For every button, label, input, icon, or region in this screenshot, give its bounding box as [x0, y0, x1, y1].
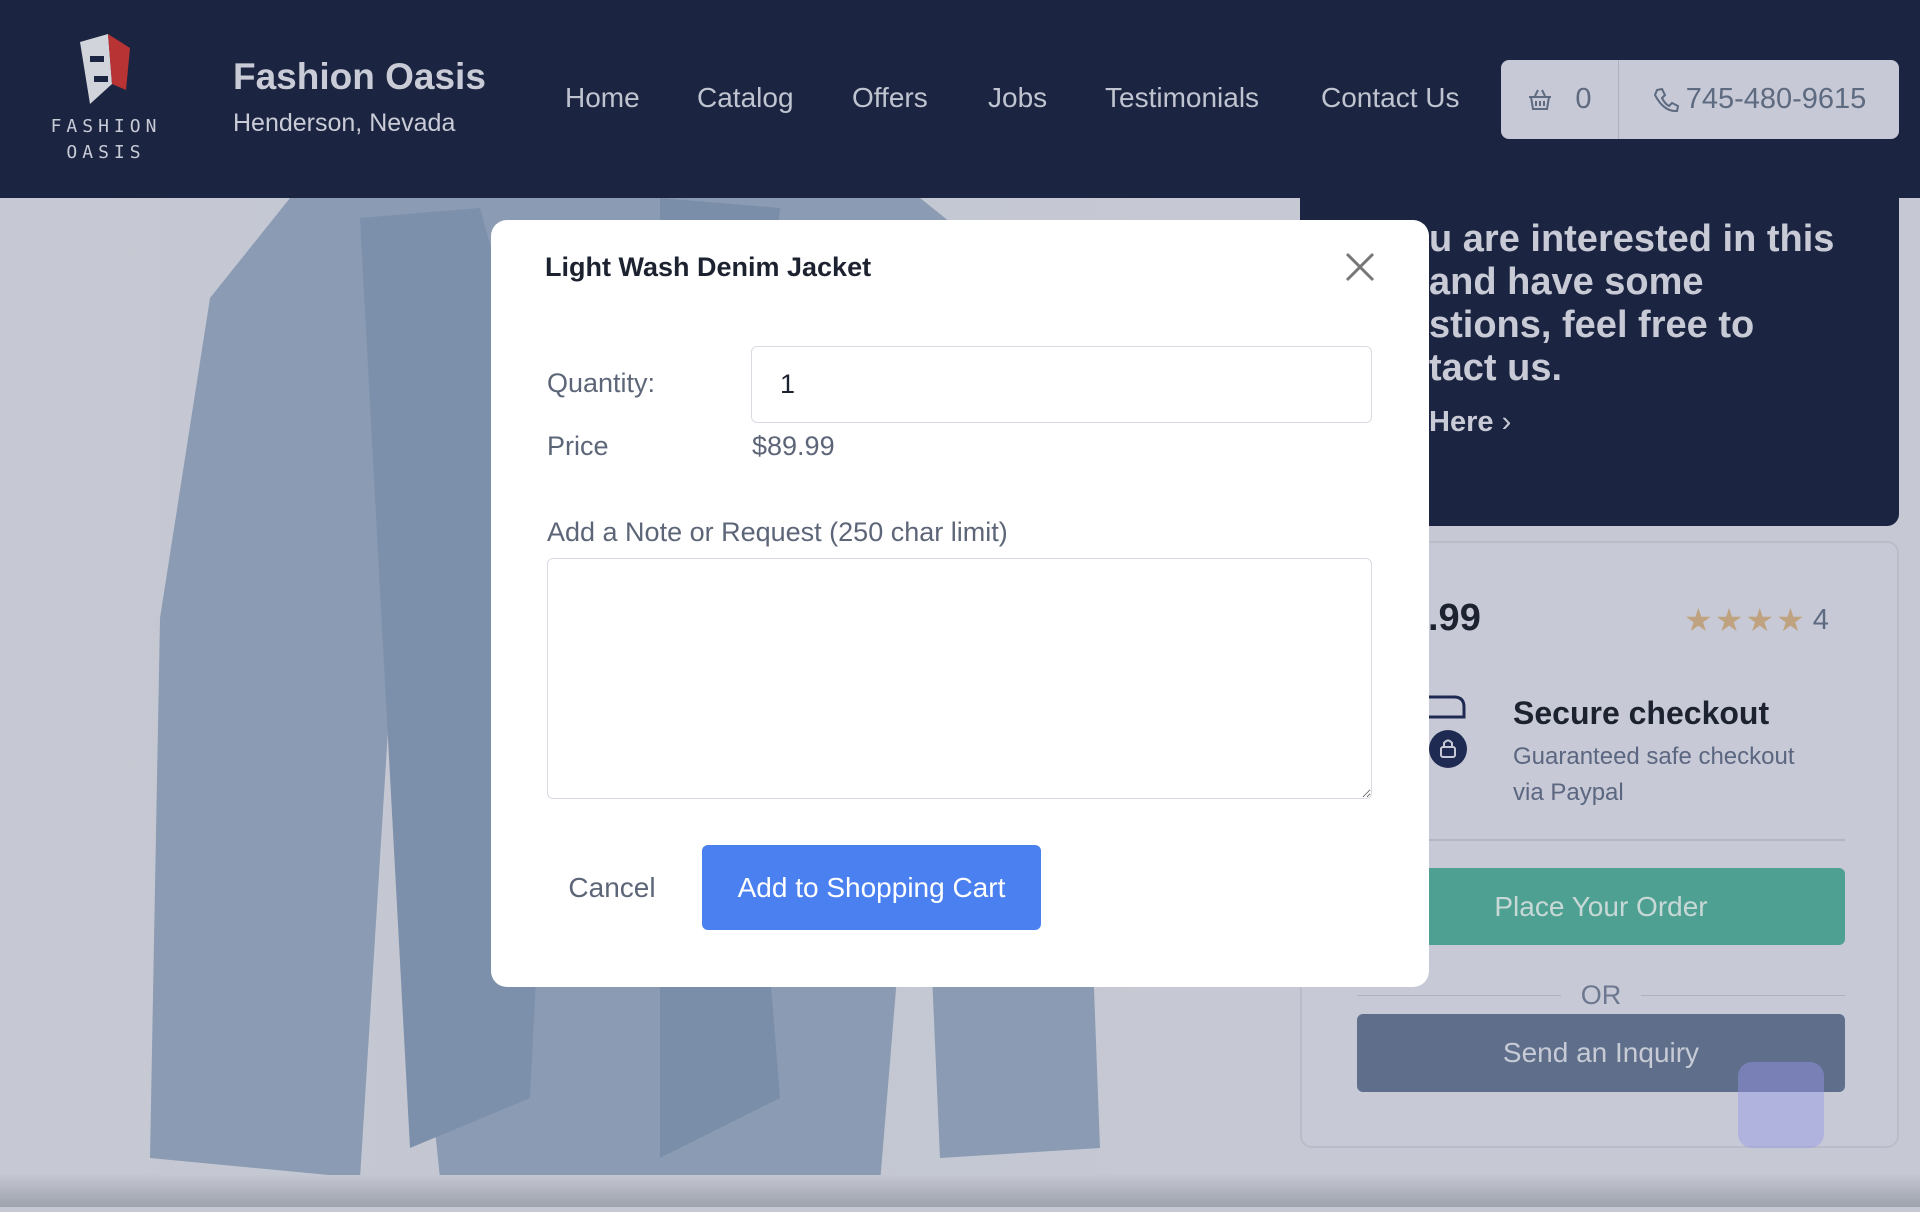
star-icon: ★	[1684, 602, 1715, 638]
or-separator: OR	[1357, 980, 1845, 1011]
cta-text-line: and have some	[1429, 261, 1704, 303]
brand-name[interactable]: Fashion Oasis	[233, 56, 486, 98]
price-value: $89.99	[752, 431, 835, 461]
note-label: Add a Note or Request (250 char limit)	[547, 517, 1008, 547]
phone-link[interactable]: 745-480-9615	[1619, 83, 1899, 116]
or-label: OR	[1580, 980, 1622, 1010]
secure-checkout-subtitle: Guaranteed safe checkout	[1513, 743, 1795, 770]
logo[interactable]: FASHION OASIS	[50, 34, 162, 164]
secure-lock-icon	[1428, 695, 1467, 768]
rating-value: 4	[1812, 603, 1829, 636]
nav-testimonials[interactable]: Testimonials	[1105, 82, 1259, 114]
cta-text-line: stions, feel free to	[1429, 304, 1755, 346]
place-order-button[interactable]: Place Your Order	[1357, 868, 1845, 945]
brand-location: Henderson, Nevada	[233, 109, 456, 137]
rating: ★★★★ 4	[1684, 601, 1829, 639]
contact-here-link[interactable]: Here ›	[1429, 406, 1511, 439]
link-label: Here	[1429, 406, 1494, 438]
nav-contact-us[interactable]: Contact Us	[1321, 82, 1460, 114]
star-icon: ★	[1776, 602, 1807, 638]
close-icon[interactable]	[1345, 252, 1375, 282]
page-bottom	[0, 1175, 1920, 1207]
logo-text: FASHION	[50, 116, 162, 137]
product-price: .99	[1428, 597, 1481, 639]
add-to-cart-button[interactable]: Add to Shopping Cart	[702, 845, 1041, 930]
nav-jobs[interactable]: Jobs	[988, 82, 1047, 114]
modal-title: Light Wash Denim Jacket	[545, 252, 872, 282]
note-textarea[interactable]	[547, 558, 1372, 799]
add-to-cart-modal: Light Wash Denim Jacket Quantity: Price …	[491, 220, 1429, 987]
rating-stars: ★★★★	[1684, 601, 1807, 639]
divider	[1422, 839, 1845, 841]
nav-catalog[interactable]: Catalog	[697, 82, 794, 114]
nav-offers[interactable]: Offers	[852, 82, 928, 114]
secure-checkout-title: Secure checkout	[1513, 695, 1770, 731]
cta-text-line: tact us.	[1429, 347, 1563, 389]
price-label: Price	[547, 431, 609, 461]
nav-home[interactable]: Home	[565, 82, 640, 114]
quantity-label: Quantity:	[547, 368, 656, 398]
secure-checkout-subtitle: via Paypal	[1513, 779, 1624, 806]
chevron-right-icon: ›	[1501, 406, 1512, 438]
phone-icon	[1653, 87, 1679, 112]
quantity-input[interactable]	[751, 346, 1372, 423]
cart-button[interactable]: 0	[1501, 83, 1618, 116]
site-header: FASHION OASIS Fashion Oasis Henderson, N…	[0, 0, 1920, 198]
phone-number: 745-480-9615	[1685, 83, 1867, 115]
cancel-button[interactable]: Cancel	[547, 845, 677, 930]
header-actions: 0 745-480-9615	[1501, 60, 1899, 139]
star-icon: ★	[1745, 602, 1777, 638]
basket-icon	[1529, 89, 1552, 110]
logo-mark-icon	[80, 34, 130, 104]
cta-text-line: u are interested in this	[1429, 218, 1835, 260]
star-icon: ★	[1714, 602, 1746, 638]
cart-count: 0	[1575, 83, 1592, 115]
logo-text: OASIS	[66, 142, 146, 163]
chat-widget-button[interactable]	[1738, 1062, 1824, 1148]
